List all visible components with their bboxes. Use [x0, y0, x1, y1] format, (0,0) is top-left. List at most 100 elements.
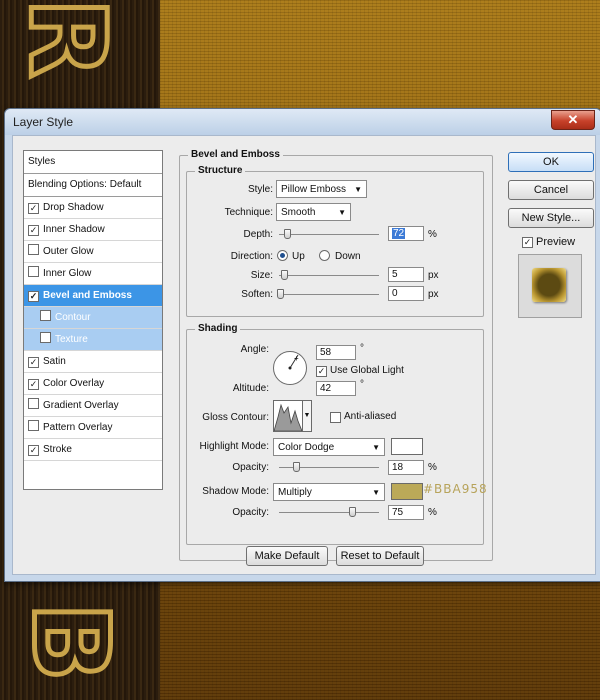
ok-button[interactable]: OK: [508, 152, 594, 172]
depth-unit: %: [428, 229, 437, 240]
style-item-inner-glow[interactable]: Inner Glow: [24, 263, 162, 285]
style-item-checkbox[interactable]: ✓: [28, 357, 39, 368]
style-item-label: Inner Glow: [43, 268, 92, 279]
soften-label: Soften:: [241, 289, 273, 300]
style-item-inner-shadow[interactable]: ✓ Inner Shadow: [24, 219, 162, 241]
altitude-unit: °: [360, 379, 364, 390]
blending-options-item[interactable]: Blending Options: Default: [24, 174, 162, 197]
highlight-opacity-label: Opacity:: [232, 462, 269, 473]
gloss-contour-label: Gloss Contour:: [202, 412, 269, 423]
size-label: Size:: [250, 270, 273, 281]
use-global-light-checkbox[interactable]: ✓: [316, 366, 327, 377]
shadow-opacity-input[interactable]: 75: [388, 505, 424, 520]
depth-slider-thumb[interactable]: [284, 229, 291, 239]
style-item-bevel-and-emboss[interactable]: ✓ Bevel and Emboss: [24, 285, 162, 307]
angle-input[interactable]: 58: [316, 345, 356, 360]
size-slider-thumb[interactable]: [281, 270, 288, 280]
soften-input[interactable]: 0: [388, 286, 424, 301]
style-item-color-overlay[interactable]: ✓ Color Overlay: [24, 373, 162, 395]
dialog-body: Styles Blending Options: Default ✓ Drop S…: [12, 135, 596, 575]
bevel-emboss-group: Bevel and Emboss Structure Style: Pillow…: [179, 149, 493, 566]
angle-label: Angle:: [240, 344, 269, 355]
style-item-checkbox[interactable]: ✓: [28, 445, 39, 456]
style-item-label: Satin: [43, 356, 66, 367]
shadow-opacity-slider-thumb[interactable]: [349, 507, 356, 517]
style-label: Style:: [247, 184, 273, 195]
bevel-emboss-title: Bevel and Emboss: [188, 149, 283, 160]
styles-list-header[interactable]: Styles: [24, 151, 162, 174]
style-item-outer-glow[interactable]: Outer Glow: [24, 241, 162, 263]
shadow-mode-value: Multiply: [278, 487, 312, 498]
style-item-label: Contour: [55, 312, 91, 323]
title-bar[interactable]: Layer Style ✕: [5, 109, 600, 135]
gloss-contour-picker[interactable]: [273, 400, 303, 432]
highlight-color-swatch[interactable]: [391, 438, 423, 455]
style-dropdown[interactable]: Pillow Emboss ▼: [276, 180, 367, 198]
style-item-texture[interactable]: Texture: [24, 329, 162, 351]
size-unit: px: [428, 270, 439, 281]
style-item-contour[interactable]: Contour: [24, 307, 162, 329]
style-item-checkbox[interactable]: ✓: [28, 379, 39, 390]
highlight-mode-dropdown[interactable]: Color Dodge ▼: [273, 438, 385, 456]
style-item-pattern-overlay[interactable]: Pattern Overlay: [24, 417, 162, 439]
contour-curve-icon: [273, 403, 303, 432]
style-item-label: Outer Glow: [43, 246, 94, 257]
size-slider-track[interactable]: [279, 275, 379, 276]
shadow-mode-label: Shadow Mode:: [202, 486, 269, 497]
cancel-button[interactable]: Cancel: [508, 180, 594, 200]
direction-up-label[interactable]: Up: [292, 251, 305, 262]
style-item-label: Texture: [55, 334, 88, 345]
preview-checkbox[interactable]: ✓: [522, 237, 533, 248]
new-style-button[interactable]: New Style...: [508, 208, 594, 228]
altitude-input[interactable]: 42: [316, 381, 356, 396]
direction-down-radio[interactable]: [319, 250, 330, 261]
style-item-checkbox[interactable]: ✓: [28, 225, 39, 236]
depth-input[interactable]: 72: [388, 226, 424, 241]
size-input[interactable]: 5: [388, 267, 424, 282]
anti-aliased-label[interactable]: Anti-aliased: [344, 411, 396, 422]
style-item-drop-shadow[interactable]: ✓ Drop Shadow: [24, 197, 162, 219]
make-default-button[interactable]: Make Default: [246, 546, 328, 566]
style-item-checkbox[interactable]: [28, 266, 39, 277]
close-icon: ✕: [567, 112, 579, 127]
direction-label: Direction:: [230, 251, 273, 262]
use-global-light-label[interactable]: Use Global Light: [330, 365, 404, 376]
depth-slider-track[interactable]: [279, 234, 379, 235]
chevron-down-icon: ▼: [338, 208, 346, 217]
style-item-satin[interactable]: ✓ Satin: [24, 351, 162, 373]
gloss-contour-dropdown[interactable]: ▼: [302, 400, 312, 432]
direction-up-radio[interactable]: [277, 250, 288, 261]
shadow-opacity-slider-track[interactable]: [279, 512, 379, 513]
soften-slider-track[interactable]: [279, 294, 379, 295]
direction-down-label[interactable]: Down: [335, 251, 361, 262]
shadow-color-swatch[interactable]: [391, 483, 423, 500]
style-item-label: Color Overlay: [43, 378, 105, 389]
style-item-checkbox[interactable]: [40, 332, 51, 343]
close-button[interactable]: ✕: [551, 110, 595, 130]
highlight-opacity-input[interactable]: 18: [388, 460, 424, 475]
shadow-mode-dropdown[interactable]: Multiply ▼: [273, 483, 385, 501]
chevron-down-icon: ▼: [372, 443, 380, 452]
soften-slider-thumb[interactable]: [277, 289, 284, 299]
shadow-opacity-label: Opacity:: [232, 507, 269, 518]
decorative-letter-b: B: [7, 600, 134, 686]
style-item-checkbox[interactable]: ✓: [28, 291, 39, 302]
altitude-label: Altitude:: [232, 383, 269, 394]
highlight-opacity-unit: %: [428, 462, 437, 473]
style-item-checkbox[interactable]: [28, 244, 39, 255]
preview-label[interactable]: Preview: [536, 236, 575, 248]
anti-aliased-checkbox[interactable]: [330, 412, 341, 423]
styles-list: Styles Blending Options: Default ✓ Drop S…: [23, 150, 163, 490]
style-value: Pillow Emboss: [281, 184, 347, 195]
highlight-opacity-slider-thumb[interactable]: [293, 462, 300, 472]
style-item-label: Drop Shadow: [43, 202, 104, 213]
style-item-checkbox[interactable]: [28, 420, 39, 431]
reset-to-default-button[interactable]: Reset to Default: [336, 546, 424, 566]
technique-dropdown[interactable]: Smooth ▼: [276, 203, 351, 221]
angle-dial[interactable]: +: [273, 351, 307, 385]
style-item-stroke[interactable]: ✓ Stroke: [24, 439, 162, 461]
style-item-checkbox[interactable]: [40, 310, 51, 321]
style-item-checkbox[interactable]: ✓: [28, 203, 39, 214]
style-item-checkbox[interactable]: [28, 398, 39, 409]
style-item-gradient-overlay[interactable]: Gradient Overlay: [24, 395, 162, 417]
